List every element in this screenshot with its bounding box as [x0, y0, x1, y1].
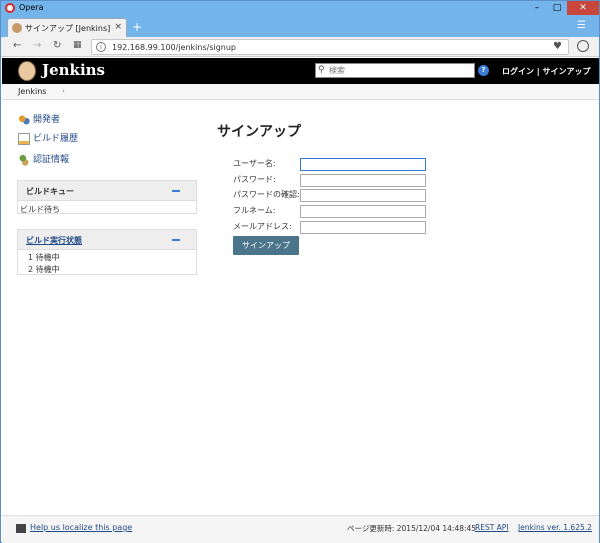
build-queue-header: ビルドキュー: [18, 181, 196, 201]
url-text[interactable]: 192.168.99.100/jenkins/signup: [112, 43, 236, 52]
close-window-icon[interactable]: ✕: [567, 1, 599, 15]
bookmark-heart-icon[interactable]: ♥: [553, 41, 562, 52]
speed-dial-icon[interactable]: ▦: [73, 40, 82, 50]
opera-logo-icon[interactable]: [5, 3, 15, 13]
credentials-icon: [18, 153, 30, 166]
breadcrumb: Jenkins ›: [2, 84, 599, 100]
jenkins-favicon-icon: [12, 23, 22, 33]
executors-title-link[interactable]: ビルド実行状態: [26, 235, 82, 246]
jenkins-brand[interactable]: Jenkins: [42, 61, 105, 79]
tab-menu-icon[interactable]: ☰: [577, 20, 586, 31]
app-title: Opera: [19, 3, 44, 12]
new-tab-icon[interactable]: +: [132, 20, 142, 34]
username-field[interactable]: [300, 158, 426, 171]
executors-pane: ビルド実行状態 1 待機中 2 待機中: [17, 229, 197, 275]
minimize-icon[interactable]: –: [527, 1, 547, 15]
sidebar-item-label: 認証情報: [33, 155, 70, 165]
search-input[interactable]: [329, 65, 469, 76]
signup-button[interactable]: サインアップ: [233, 236, 299, 255]
password-field[interactable]: [300, 174, 426, 187]
page-generated-time: ページ更新時: 2015/12/04 14:48:45: [347, 524, 477, 533]
url-field[interactable]: i 192.168.99.100/jenkins/signup ♥: [91, 39, 569, 55]
sidebar-item-label: ビルド履歴: [33, 134, 79, 144]
build-queue-status: ビルド待ち: [20, 205, 60, 214]
sidebar-item-credentials[interactable]: 認証情報: [18, 152, 69, 166]
search-icon: ⚲: [318, 65, 325, 75]
executors-header: ビルド実行状態: [18, 230, 196, 250]
sidebar-item-people[interactable]: 開発者: [18, 112, 60, 126]
close-tab-icon[interactable]: ×: [114, 22, 122, 32]
fullname-field[interactable]: [300, 205, 426, 218]
maximize-icon[interactable]: □: [547, 1, 567, 15]
localize-link[interactable]: Help us localize this page: [30, 523, 132, 532]
people-icon: [18, 113, 30, 126]
email-field[interactable]: [300, 221, 426, 234]
forward-arrow-icon[interactable]: →: [33, 40, 41, 51]
title-bar: Opera – □ ✕: [1, 1, 599, 15]
sidebar-item-build-history[interactable]: ビルド履歴: [18, 131, 78, 145]
rest-api-link[interactable]: REST API: [475, 523, 509, 532]
sidebar-item-label: 開発者: [33, 115, 61, 125]
reload-icon[interactable]: ↻: [53, 40, 61, 51]
fullname-label: フルネーム:: [233, 206, 276, 215]
email-label: メールアドレス:: [233, 222, 292, 231]
tab-title: サインアップ [Jenkins]: [25, 24, 111, 33]
notepad-icon: [18, 132, 30, 145]
jenkins-header: Jenkins ⚲ ? ログイン | サインアップ: [2, 58, 599, 84]
build-queue-pane: ビルドキュー ビルド待ち: [17, 180, 197, 214]
password-confirm-label: パスワードの確認:: [233, 190, 300, 199]
jenkins-logo-icon[interactable]: [18, 61, 36, 81]
password-label: パスワード:: [233, 175, 276, 184]
breadcrumb-jenkins[interactable]: Jenkins: [18, 87, 46, 96]
tab-signup[interactable]: サインアップ [Jenkins] ×: [7, 18, 127, 37]
help-icon[interactable]: ?: [478, 65, 489, 76]
back-arrow-icon[interactable]: ←: [13, 40, 21, 51]
site-info-icon[interactable]: i: [96, 42, 106, 52]
password-confirm-field[interactable]: [300, 189, 426, 202]
build-queue-title: ビルドキュー: [26, 187, 74, 196]
jenkins-version-link[interactable]: Jenkins ver. 1.625.2: [518, 523, 592, 532]
address-bar: ← → ↻ ▦ i 192.168.99.100/jenkins/signup …: [1, 37, 599, 57]
breadcrumb-chevron-icon[interactable]: ›: [62, 87, 65, 95]
browser-window: Opera – □ ✕ サインアップ [Jenkins] × + ☰ ← → ↻…: [0, 0, 600, 543]
localize-icon: [16, 524, 26, 533]
account-icon[interactable]: [577, 40, 589, 52]
footer: Help us localize this page ページ更新時: 2015/…: [2, 515, 599, 543]
tab-strip: サインアップ [Jenkins] × + ☰: [1, 15, 599, 37]
executor-row: 2 待機中: [28, 265, 60, 274]
login-signup-link[interactable]: ログイン | サインアップ: [502, 66, 591, 77]
collapse-icon[interactable]: [172, 239, 180, 241]
executor-row: 1 待機中: [28, 253, 60, 262]
collapse-icon[interactable]: [172, 190, 180, 192]
search-box[interactable]: ⚲: [315, 63, 475, 78]
username-label: ユーザー名:: [233, 159, 276, 168]
page-title: サインアップ: [217, 124, 301, 140]
